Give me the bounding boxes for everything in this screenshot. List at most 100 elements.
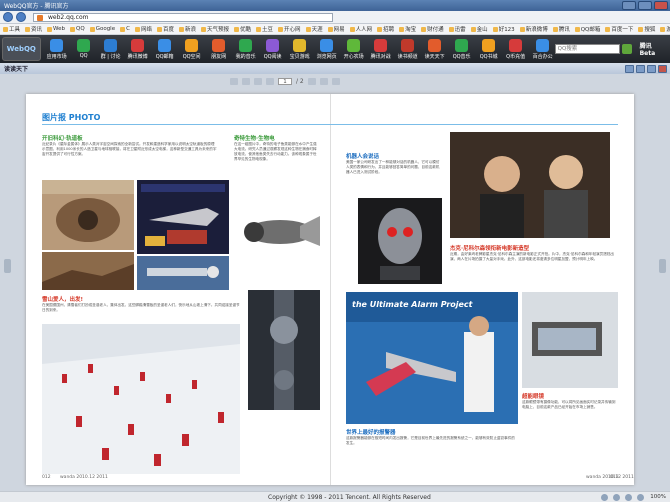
app-icon	[185, 38, 199, 52]
toolbar-app[interactable]: 宝贝游戏	[288, 38, 312, 60]
maximize-button[interactable]	[638, 1, 652, 10]
toolbar-app[interactable]: QQ邮箱	[153, 38, 177, 60]
toolbar-app[interactable]: 群 | 讨论	[99, 38, 123, 60]
toolbar-app[interactable]: 朋友网	[207, 38, 231, 60]
toolbar-app[interactable]: 百合办公	[531, 38, 555, 60]
favorite-link[interactable]: 搜狐	[638, 25, 655, 33]
webqq-logo[interactable]: WebQQ	[2, 37, 41, 61]
favorite-link[interactable]: C	[120, 26, 130, 32]
robot-head-photo	[358, 198, 442, 284]
bookmark-icon	[178, 26, 184, 32]
favorite-link[interactable]: Web	[47, 26, 65, 32]
favorite-link[interactable]: 资讯	[25, 25, 42, 33]
user-name[interactable]: 腾讯Beta	[640, 41, 666, 57]
favorite-link[interactable]: QQ邮箱	[574, 25, 600, 33]
window-title: WebQQ官方 - 腾讯官方	[4, 3, 69, 10]
favorite-link[interactable]: 网络	[134, 25, 152, 33]
toolbar-app[interactable]: QQ阅读	[261, 38, 285, 60]
favorite-link[interactable]: QQ	[70, 26, 85, 32]
favorite-link[interactable]: 网易	[327, 25, 345, 33]
alarm-project-photo	[346, 292, 518, 424]
reader-close-button[interactable]	[658, 64, 667, 73]
favorite-link[interactable]: 游戏	[660, 25, 670, 33]
favorite-link[interactable]: 淘宝	[399, 25, 416, 33]
toolbar-app[interactable]: 腾讯对战	[369, 38, 393, 60]
favorite-link[interactable]: 金山	[470, 25, 488, 33]
volume-icon[interactable]	[625, 493, 633, 501]
toolbar-app[interactable]: 读书频道	[396, 38, 420, 60]
favorite-link[interactable]: Google	[89, 26, 115, 32]
toolbar-app[interactable]: 开心农场	[342, 38, 366, 60]
favorite-link[interactable]: 天涯	[305, 25, 323, 33]
toolbar-app[interactable]: 腾讯微博	[126, 38, 150, 60]
bookmark-icon	[552, 26, 558, 32]
reader-minimize-button[interactable]	[625, 64, 634, 73]
favorite-link[interactable]: 招聘	[377, 25, 394, 33]
favorite-link[interactable]: 工具	[3, 25, 20, 33]
url-field[interactable]: web2.qq.com	[33, 12, 333, 22]
bookmark-icon	[134, 26, 140, 32]
app-icon	[239, 38, 253, 52]
favorite-link[interactable]: 优酷	[234, 25, 251, 33]
bookmark-icon	[120, 26, 126, 32]
favorite-link[interactable]: 百度一下	[605, 25, 633, 33]
prev-page-icon[interactable]	[266, 78, 274, 85]
page-number-input[interactable]: 1	[278, 78, 292, 85]
forward-button[interactable]	[16, 12, 26, 22]
favorite-link[interactable]: 土豆	[256, 25, 273, 33]
search-icon[interactable]	[621, 44, 632, 54]
favorite-link[interactable]: 天气预报	[201, 25, 229, 33]
message-icon[interactable]	[637, 493, 645, 501]
next-page-icon[interactable]	[307, 78, 316, 85]
toolbar-app[interactable]: QQ音乐	[450, 38, 474, 60]
favorite-link[interactable]: 腾讯	[552, 25, 570, 33]
reader-maximize-button[interactable]	[647, 64, 656, 73]
app-icon	[77, 38, 91, 52]
favorite-link[interactable]: 好123	[492, 25, 515, 33]
favorite-link[interactable]: 人人网	[349, 25, 372, 33]
toolbar-app[interactable]: QQ书城	[477, 38, 501, 60]
previous-spread-button[interactable]	[4, 259, 11, 273]
window-titlebar: WebQQ官方 - 腾讯官方	[0, 0, 670, 11]
magazine-spread: 图片报 PHOTO 开旧科幻·轨道板 近纪录片《星际金属体》展示人类对宇宙空间探…	[26, 94, 634, 485]
toolbar-app[interactable]: 应用市场	[45, 38, 69, 60]
favorite-link[interactable]: 新浪微博	[519, 25, 548, 33]
last-page-icon[interactable]	[319, 78, 328, 85]
reader-restore-button[interactable]	[636, 64, 645, 73]
favorite-link[interactable]: 财付通	[421, 25, 444, 33]
section-title: 图片报 PHOTO	[42, 113, 101, 122]
spine-divider	[330, 94, 331, 485]
toolbar-app[interactable]: 浏览网页	[315, 38, 339, 60]
minimize-button[interactable]	[622, 1, 636, 10]
favorite-link[interactable]: 百度	[156, 25, 174, 33]
toolbar-app[interactable]: 读天天下	[423, 38, 447, 60]
zoom-in-icon[interactable]	[242, 78, 250, 85]
next-spread-button[interactable]	[659, 259, 666, 273]
qq-search-input[interactable]: QQ搜索	[554, 44, 620, 54]
settings-icon[interactable]	[613, 493, 621, 501]
bookmark-icon	[638, 26, 644, 32]
article-text: 近纪录片《星际金属体》展示人类对宇宙空间探索的全新尝试。开发和建造科学家用以说明…	[42, 142, 217, 156]
space-photo	[42, 252, 134, 290]
toolbar-app[interactable]: Q币充值	[504, 38, 528, 60]
bookmark-icon	[470, 26, 476, 32]
favorite-link[interactable]: 新浪	[178, 25, 196, 33]
bookmark-icon	[574, 26, 580, 32]
toolbar-app[interactable]: QQ空间	[180, 38, 204, 60]
bookmark-icon	[234, 26, 240, 32]
page-label: wanda 2010.12 2011	[60, 475, 108, 480]
favorite-link[interactable]: 开心网	[278, 25, 301, 33]
article-text: 近期，由好莱坞老牌影星杰克·尼科尔森主演的新电影正式开拍。片中，杰克·尼科尔森和…	[450, 252, 615, 261]
fullscreen-icon[interactable]	[331, 78, 340, 85]
close-button[interactable]	[654, 1, 668, 10]
back-button[interactable]	[3, 12, 13, 22]
toolbar-app[interactable]: 我的音乐	[234, 38, 258, 60]
favorite-link[interactable]: 迅雷	[448, 25, 466, 33]
article-heading: 杰克·尼科尔森领衔新电影新造型	[450, 246, 530, 252]
bookmark-icon	[605, 26, 611, 32]
zoom-out-icon[interactable]	[230, 78, 238, 85]
first-page-icon[interactable]	[254, 78, 262, 85]
skin-icon[interactable]	[601, 493, 609, 501]
toolbar-app[interactable]: QQ	[72, 38, 96, 60]
zoom-level[interactable]: 100%	[650, 494, 666, 500]
